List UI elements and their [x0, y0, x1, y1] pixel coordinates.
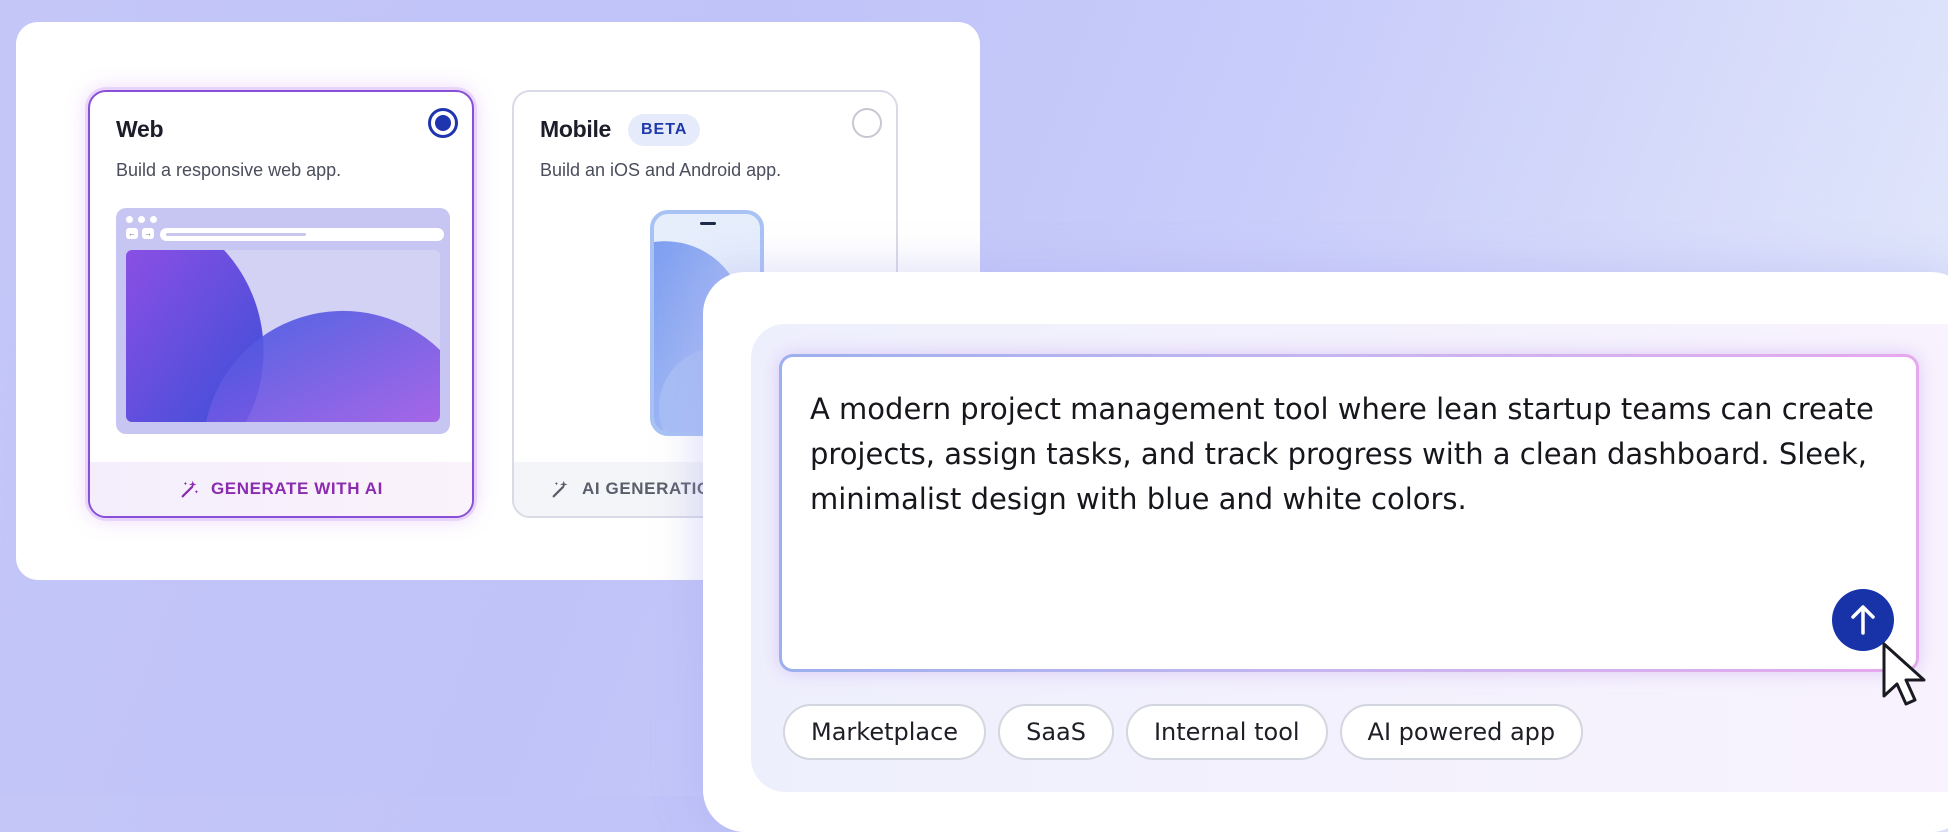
- magic-wand-icon: [552, 480, 568, 498]
- chip-ai-powered-app[interactable]: AI powered app: [1339, 704, 1584, 760]
- radio-unselected[interactable]: [852, 108, 882, 138]
- web-app-illustration: ← →: [116, 208, 450, 434]
- prompt-panel: A modern project management tool where l…: [703, 272, 1948, 832]
- prompt-text[interactable]: A modern project management tool where l…: [810, 387, 1890, 522]
- beta-badge: BETA: [628, 114, 701, 146]
- footer-label: AI GENERATIO: [582, 479, 711, 498]
- mouse-pointer-icon: [1882, 642, 1926, 706]
- chip-saas[interactable]: SaaS: [998, 704, 1114, 760]
- card-description: Build a responsive web app.: [116, 160, 342, 180]
- card-title: Mobile: [540, 116, 612, 142]
- magic-wand-icon: [181, 480, 199, 498]
- card-title: Web: [116, 116, 164, 142]
- footer-label: GENERATE WITH AI: [210, 479, 384, 498]
- radio-selected[interactable]: [428, 108, 458, 138]
- generate-with-ai-button[interactable]: GENERATE WITH AI: [90, 462, 472, 516]
- card-description: Build an iOS and Android app.: [540, 160, 782, 180]
- prompt-input[interactable]: A modern project management tool where l…: [779, 354, 1919, 672]
- platform-card-web[interactable]: Web Build a responsive web app. ← → GENE…: [88, 90, 474, 518]
- chip-marketplace[interactable]: Marketplace: [783, 704, 987, 760]
- chip-internal-tool[interactable]: Internal tool: [1125, 704, 1328, 760]
- suggestion-chips: Marketplace SaaS Internal tool AI powere…: [783, 704, 1584, 760]
